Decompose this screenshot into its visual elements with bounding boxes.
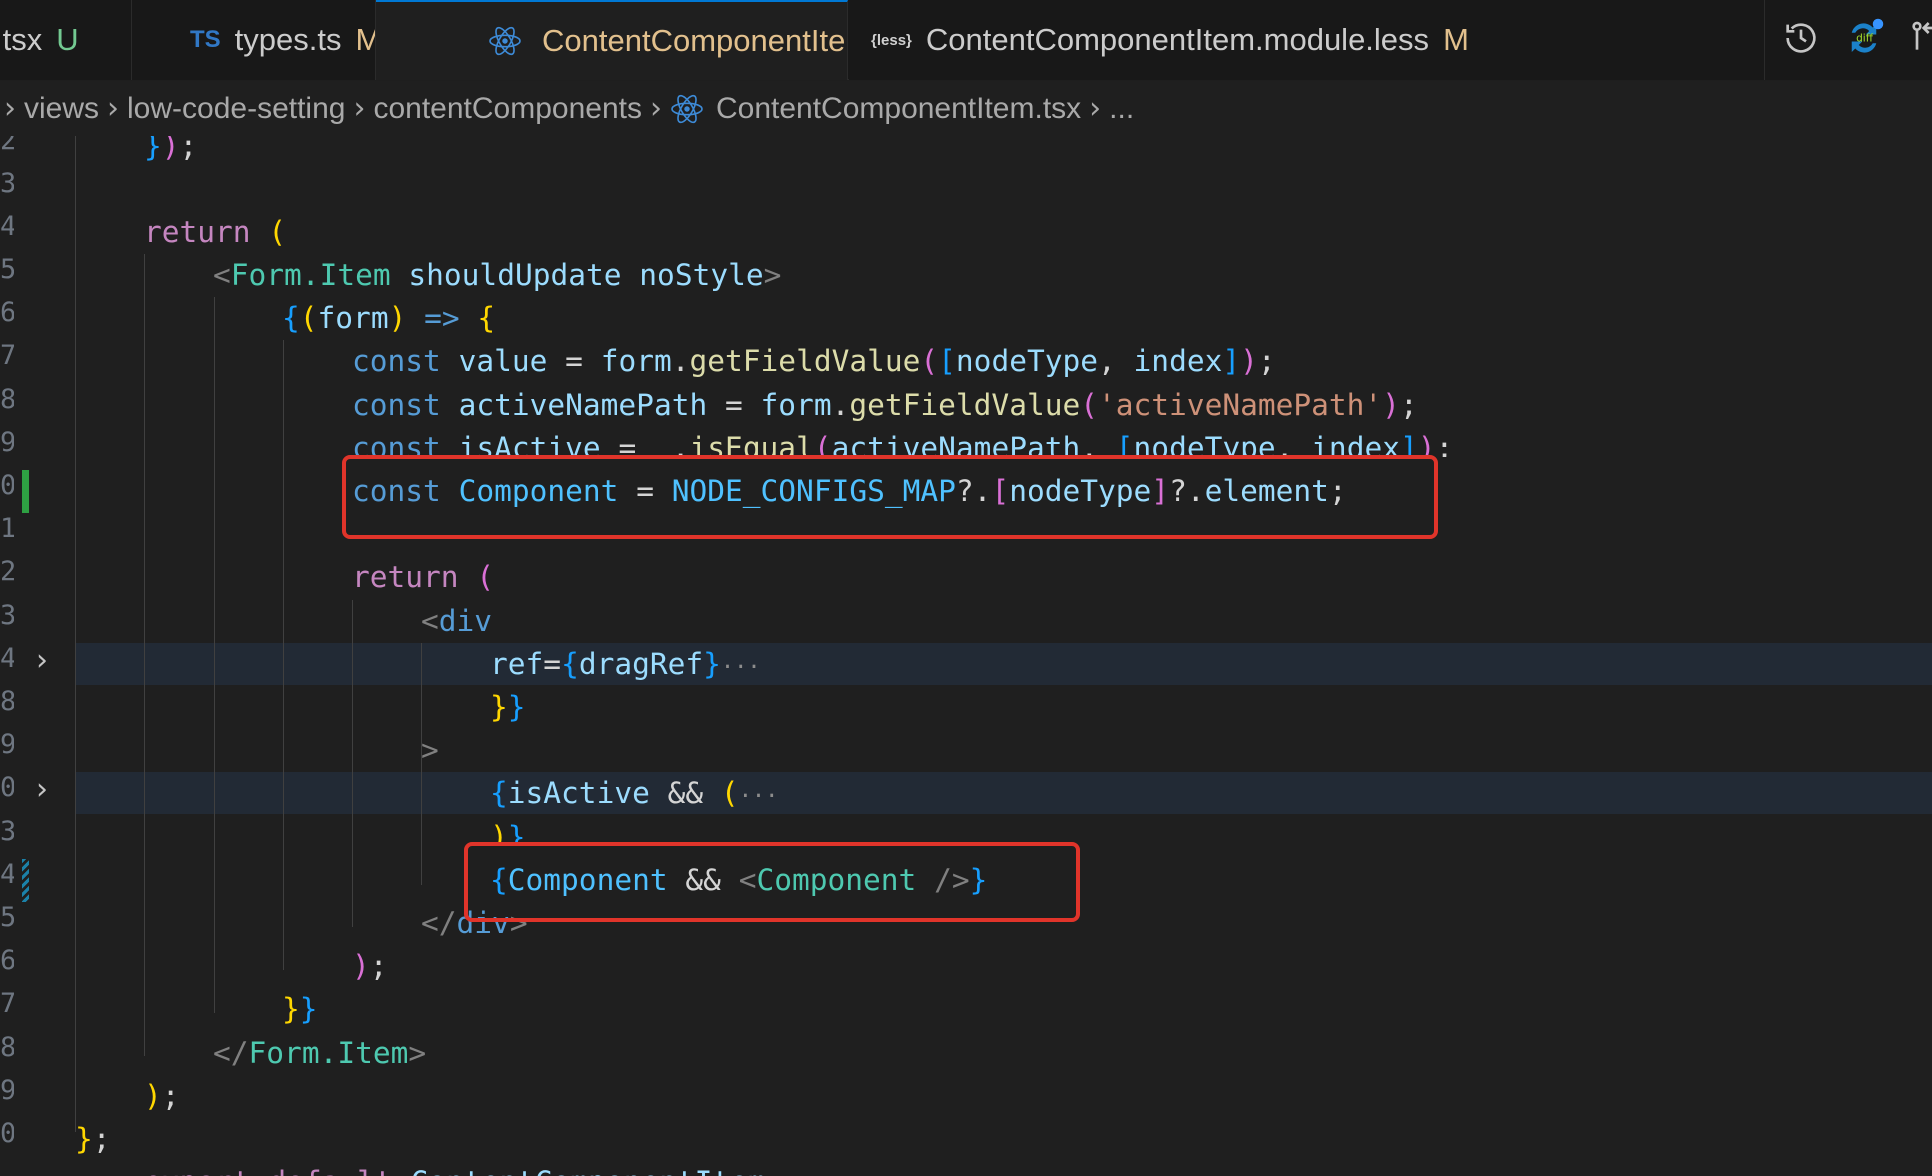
line-number: 0 xyxy=(0,470,14,501)
code-line: {isActive && (··· xyxy=(490,776,779,810)
code-line: return ( xyxy=(352,560,495,594)
code-line: )} xyxy=(490,820,526,846)
tab-1[interactable]: .tsx U xyxy=(0,0,132,80)
line-number: 8 xyxy=(0,686,14,717)
less-icon: {less} xyxy=(871,31,912,49)
code-line: export default ContentComponentItem; xyxy=(75,1161,783,1176)
diff-icon[interactable]: diff xyxy=(1843,17,1885,63)
code-line: </div> xyxy=(421,906,528,940)
line-number: 3 xyxy=(0,600,14,631)
code-line: }} xyxy=(490,690,526,724)
chevron-right-icon[interactable]: › xyxy=(36,772,48,807)
tab-module-less-status: M xyxy=(1443,22,1469,57)
code-line: {(form) => { xyxy=(282,301,496,335)
code-line: const isActive = _.isEqual(activeNamePat… xyxy=(352,431,1454,457)
code-line: ); xyxy=(352,949,388,983)
highlight-box xyxy=(464,842,1080,922)
line-number: 5 xyxy=(0,902,14,933)
line-number: 3 xyxy=(0,816,14,847)
code-line: }} xyxy=(282,992,318,1026)
code-line: return ( xyxy=(144,215,287,249)
line-number: 6 xyxy=(0,297,14,328)
chevron-right-icon: › xyxy=(4,91,16,126)
react-icon xyxy=(488,26,522,56)
code-line: > xyxy=(421,733,439,767)
code-line: ref={dragRef}··· xyxy=(490,647,761,681)
breadcrumb-item-symbol[interactable]: ... xyxy=(1109,92,1134,126)
line-number: 7 xyxy=(0,340,14,371)
tab-1-label: .tsx xyxy=(0,22,43,57)
line-number: 6 xyxy=(0,945,14,976)
tab-content-component-item[interactable]: ContentComponentItem.tsx M × xyxy=(376,0,848,80)
react-icon xyxy=(670,94,704,124)
tab-types-ts[interactable]: TS types.ts M xyxy=(132,0,376,80)
svg-text:diff: diff xyxy=(1856,33,1874,45)
line-number: 5 xyxy=(0,254,14,285)
line-number: 8 xyxy=(0,1032,14,1063)
modified-line-marker[interactable] xyxy=(22,859,29,902)
breadcrumb-item-views[interactable]: views xyxy=(24,92,99,126)
code-editor[interactable]: 2 3 4 5 6 7 8 9 0 1 2 3 4 8 9 0 3 4 5 6 … xyxy=(0,136,1932,1176)
tab-types-ts-status: M xyxy=(356,22,376,58)
line-number: 9 xyxy=(0,729,14,760)
code-line: const activeNamePath = form.getFieldValu… xyxy=(352,388,1418,422)
line-number: 8 xyxy=(0,384,14,415)
tab-content-component-item-label: ContentComponentItem.tsx xyxy=(542,23,847,58)
chevron-right-icon[interactable]: › xyxy=(36,643,48,678)
line-number: 0 xyxy=(0,1118,14,1149)
compare-icon[interactable] xyxy=(1907,18,1932,62)
tab-types-ts-label: types.ts xyxy=(234,22,342,57)
history-icon[interactable] xyxy=(1781,18,1821,62)
line-number: 2 xyxy=(0,556,14,587)
editor-actions: diff xyxy=(1764,0,1932,80)
line-number: 4 xyxy=(0,859,14,890)
chevron-right-icon: › xyxy=(649,91,662,126)
line-number: 3 xyxy=(0,168,14,199)
chevron-right-icon: › xyxy=(353,91,366,126)
folded-placeholder[interactable]: ··· xyxy=(739,784,779,809)
chevron-right-icon: › xyxy=(107,91,120,126)
highlight-box xyxy=(342,455,1438,539)
line-number: 4 xyxy=(0,643,14,674)
breadcrumb: › views › low-code-setting › contentComp… xyxy=(0,81,1932,136)
code-line: ); xyxy=(144,1079,180,1113)
typescript-icon: TS xyxy=(190,26,221,53)
line-number: 0 xyxy=(0,772,14,803)
tab-module-less[interactable]: {less} ContentComponentItem.module.less … xyxy=(849,0,1765,80)
line-number: 9 xyxy=(0,1075,14,1106)
code-line: <Form.Item shouldUpdate noStyle> xyxy=(213,258,782,292)
line-number: 9 xyxy=(0,427,14,458)
chevron-right-icon: › xyxy=(1089,91,1102,126)
tab-module-less-label: ContentComponentItem.module.less xyxy=(925,22,1430,57)
added-line-marker[interactable] xyxy=(22,470,29,513)
line-number: 1 xyxy=(0,513,14,544)
code-line: const value = form.getFieldValue([nodeTy… xyxy=(352,344,1276,378)
editor-tab-bar: .tsx U TS types.ts M ContentComponentIte… xyxy=(0,0,1932,80)
folded-placeholder[interactable]: ··· xyxy=(721,655,761,680)
code-line: </Form.Item> xyxy=(213,1036,427,1070)
code-line: <div xyxy=(421,604,493,638)
breadcrumb-item-file[interactable]: ContentComponentItem.tsx xyxy=(716,92,1081,126)
line-number: 7 xyxy=(0,988,14,1019)
line-number: 2 xyxy=(0,136,14,156)
code-line: }; xyxy=(75,1122,111,1156)
breadcrumb-item-low-code-setting[interactable]: low-code-setting xyxy=(127,92,345,126)
code-line: }); xyxy=(144,136,198,163)
tab-1-status: U xyxy=(56,22,79,57)
breadcrumb-item-content-components[interactable]: contentComponents xyxy=(373,92,642,126)
line-number: 4 xyxy=(0,211,14,242)
